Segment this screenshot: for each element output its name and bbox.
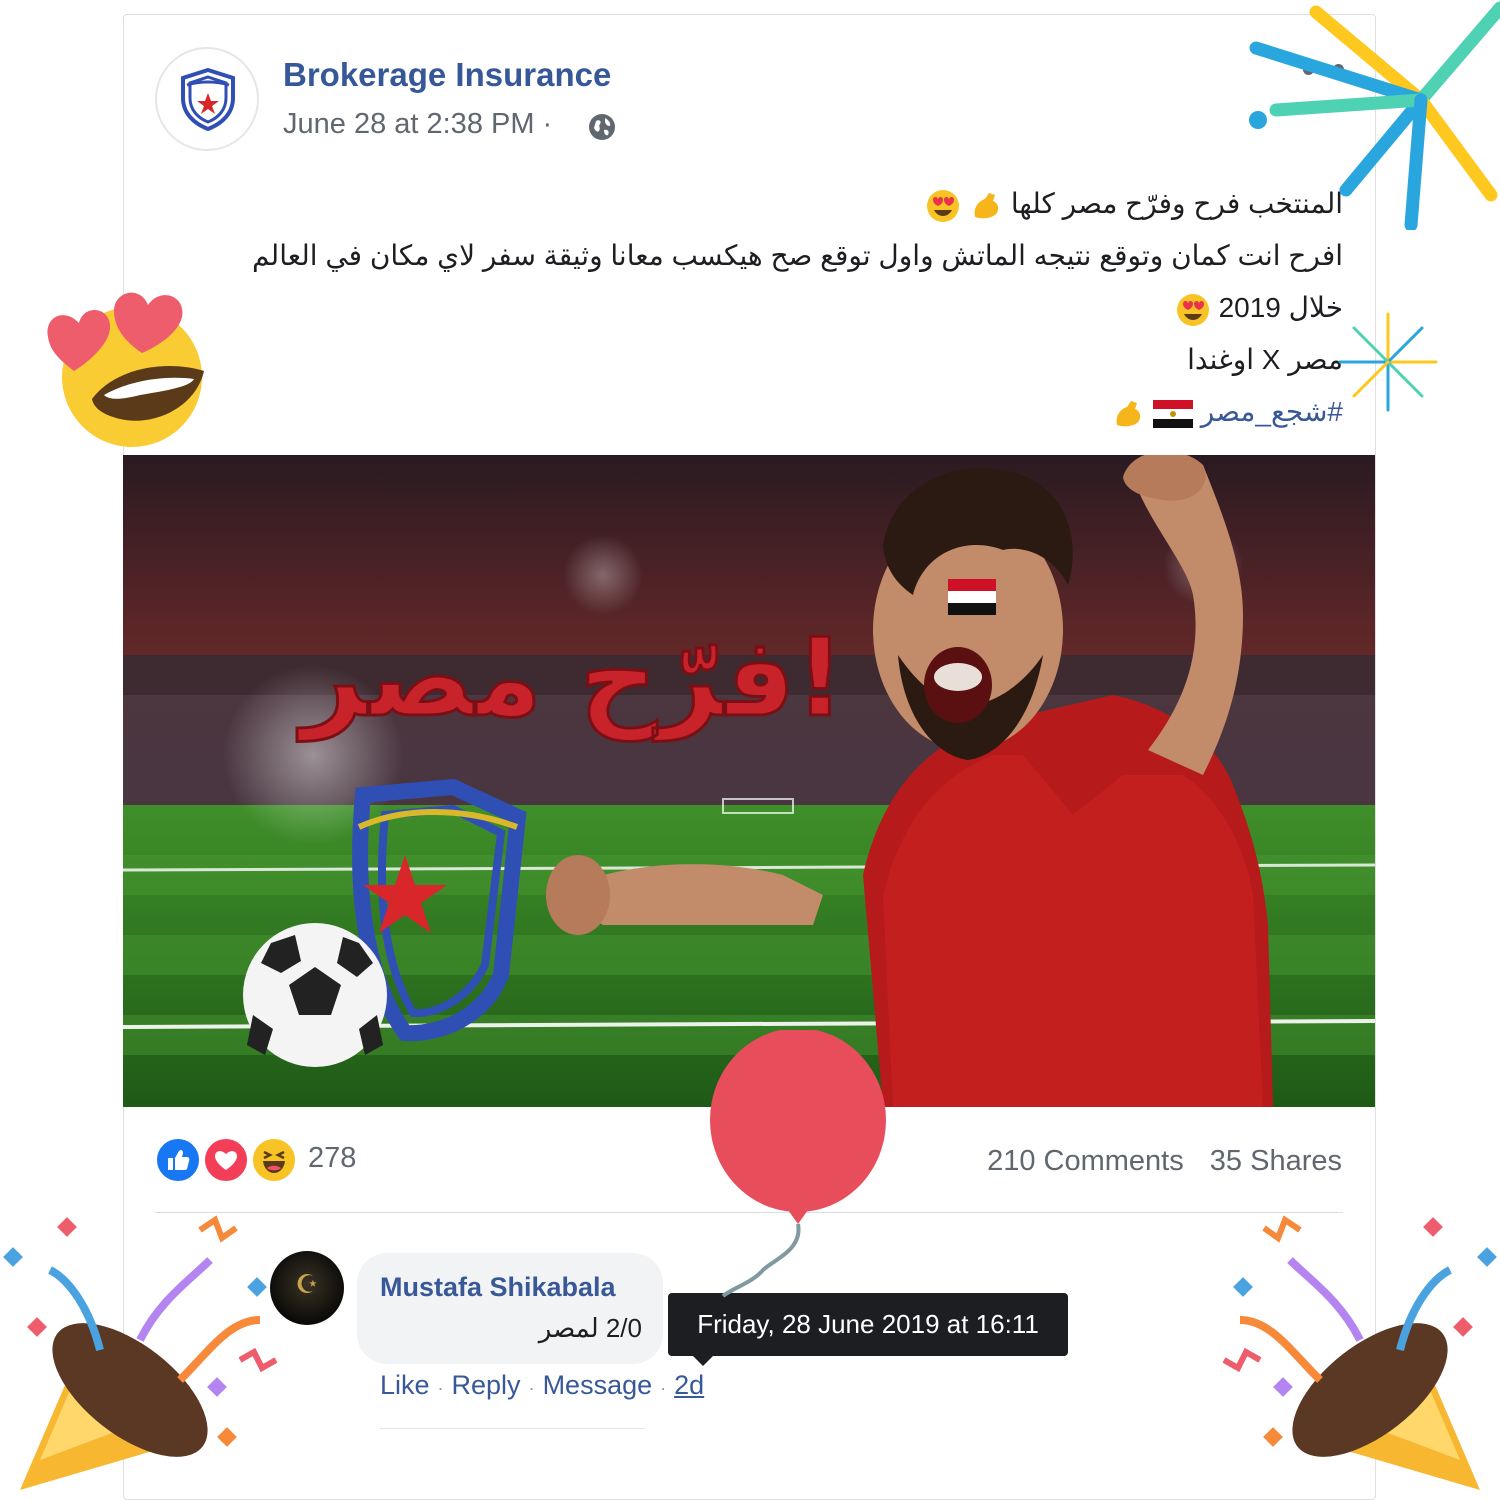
post-line-1: المنتخب فرح وفرّح مصر كلها xyxy=(193,178,1343,230)
comments-count-link[interactable]: 210 Comments xyxy=(987,1145,1184,1177)
like-icon xyxy=(155,1137,201,1183)
comment-timestamp-link[interactable]: 2d xyxy=(674,1370,704,1400)
separator-dot: · xyxy=(437,1378,444,1398)
engagement-stats: 210 Comments 35 Shares xyxy=(969,1145,1342,1178)
page-avatar[interactable] xyxy=(155,47,259,151)
post-timestamp[interactable]: June 28 at 2:38 PM · xyxy=(283,108,552,141)
post-photo[interactable]: فرّح مصر! xyxy=(123,455,1375,1107)
globe-icon xyxy=(589,114,615,140)
post-line-5: #شجع_مصر xyxy=(193,386,1343,438)
tooltip-tail xyxy=(693,1356,713,1366)
post-line-4: مصر X اوغندا xyxy=(1187,344,1343,375)
separator-dot: · xyxy=(528,1378,535,1398)
comment-message-button[interactable]: Message xyxy=(543,1370,653,1400)
heart-eyes-emoji-icon xyxy=(1176,293,1209,326)
love-icon xyxy=(203,1137,249,1183)
page-name[interactable]: Brokerage Insurance xyxy=(283,56,611,94)
haha-icon xyxy=(251,1137,297,1183)
flexed-biceps-emoji-icon xyxy=(1116,400,1141,426)
comment-actions: Like · Reply · Message · 2d xyxy=(380,1370,704,1401)
divider xyxy=(380,1428,645,1429)
divider xyxy=(155,1212,1343,1213)
comment-bubble xyxy=(357,1253,663,1364)
more-options-icon[interactable] xyxy=(1303,62,1353,78)
reaction-count[interactable]: 278 xyxy=(308,1142,356,1175)
shares-count-link[interactable]: 35 Shares xyxy=(1210,1145,1342,1177)
comment-reply-button[interactable]: Reply xyxy=(452,1370,521,1400)
heart-eyes-emoji-icon xyxy=(927,189,960,222)
comment-like-button[interactable]: Like xyxy=(380,1370,430,1400)
egypt-flag-icon xyxy=(1152,399,1193,428)
post-line-3: خلال 2019 xyxy=(193,282,1343,334)
post-line-2: افرح انت كمان وتوقع نتيجه الماتش واول تو… xyxy=(252,240,1343,271)
shield-logo-icon xyxy=(181,67,235,131)
comment-text: 2/0 لمصر xyxy=(538,1313,642,1343)
timestamp-tooltip: Friday, 28 June 2019 at 16:11 xyxy=(668,1293,1068,1356)
commenter-avatar[interactable]: ☪ xyxy=(270,1251,344,1325)
post-text: المنتخب فرح وفرّح مصر كلها افرح انت كمان… xyxy=(193,178,1343,438)
separator-dot: · xyxy=(660,1378,667,1398)
image-caption: فرّح مصر! xyxy=(296,616,844,742)
commenter-name[interactable]: Mustafa Shikabala xyxy=(380,1272,616,1303)
flexed-biceps-emoji-icon xyxy=(974,192,999,218)
hashtag-link[interactable]: #شجع_مصر xyxy=(1201,396,1343,427)
